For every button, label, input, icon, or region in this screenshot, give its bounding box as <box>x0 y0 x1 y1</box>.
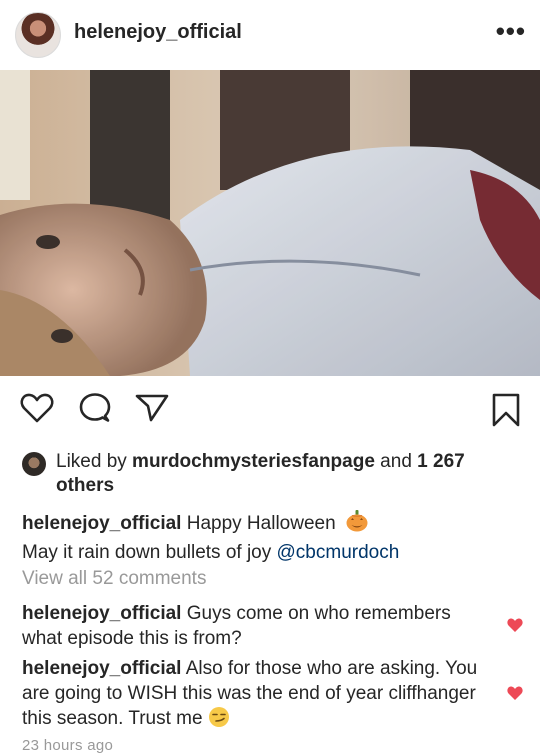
likes-prefix: Liked by <box>56 451 133 472</box>
smirk-emoji-icon <box>208 706 230 735</box>
comment-bubble-icon[interactable] <box>78 392 112 429</box>
comment-like-heart-icon[interactable] <box>506 617 524 638</box>
liker-username[interactable]: murdochmysteriesfanpage <box>132 451 375 472</box>
likes-summary: Liked by murdochmysteriesfanpage and 1 2… <box>22 450 522 498</box>
post-photo[interactable] <box>0 70 540 376</box>
comment-item: helenejoy_official Guys come on who reme… <box>22 601 492 651</box>
comment-like-heart-icon[interactable] <box>506 685 524 706</box>
avatar[interactable] <box>15 12 61 58</box>
likes-middle: and <box>374 451 418 472</box>
comment-item: helenejoy_official Also for those who ar… <box>22 656 492 735</box>
comment-username[interactable]: helenejoy_official <box>22 603 181 624</box>
paper-plane-icon[interactable] <box>134 392 170 429</box>
comment-username[interactable]: helenejoy_official <box>22 658 181 679</box>
caption-line2: May it rain down bullets of joy <box>22 542 277 563</box>
action-bar <box>0 392 540 432</box>
view-all-comments-link[interactable]: View all 52 comments <box>22 568 206 590</box>
post-header: helenejoy_official ••• <box>0 0 540 68</box>
bookmark-icon[interactable] <box>490 392 522 433</box>
caption-mention[interactable]: @cbcmurdoch <box>277 542 400 563</box>
more-options-icon[interactable]: ••• <box>496 16 526 47</box>
like-heart-icon[interactable] <box>20 392 54 429</box>
liker-avatar[interactable] <box>22 452 46 476</box>
caption: helenejoy_official Happy Halloween May i… <box>22 509 522 565</box>
post-username[interactable]: helenejoy_official <box>74 21 242 44</box>
likes-suffix[interactable]: others <box>56 475 114 496</box>
caption-line1: Happy Halloween <box>186 513 336 534</box>
photo-illustration <box>0 70 540 376</box>
post-timestamp: 23 hours ago <box>22 737 114 754</box>
jack-o-lantern-icon <box>345 509 369 540</box>
likes-count[interactable]: 1 267 <box>417 451 465 472</box>
caption-username[interactable]: helenejoy_official <box>22 513 181 534</box>
